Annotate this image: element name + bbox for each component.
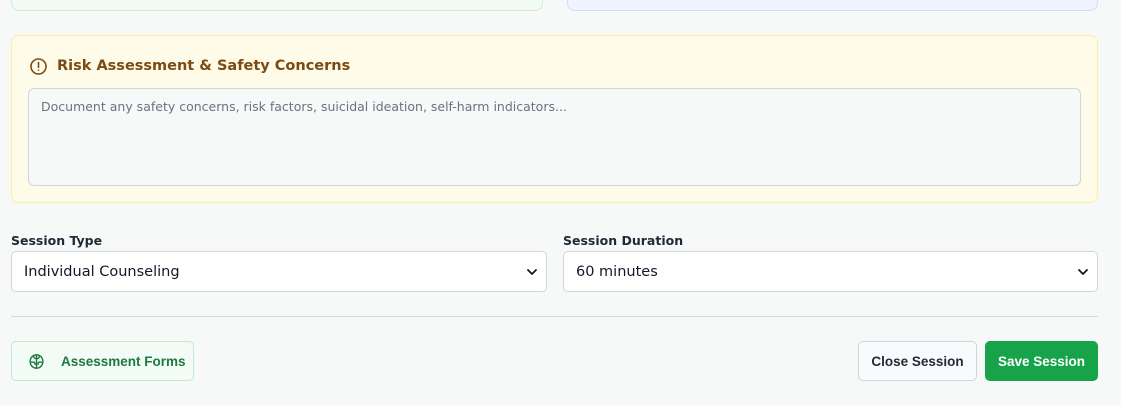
chevron-down-icon bbox=[1077, 266, 1089, 278]
assessment-forms-button[interactable]: Assessment Forms bbox=[11, 341, 194, 381]
chevron-down-icon bbox=[526, 266, 538, 278]
assessment-forms-label: Assessment Forms bbox=[61, 353, 186, 369]
session-duration-label: Session Duration bbox=[563, 233, 684, 248]
session-duration-select[interactable]: 60 minutes bbox=[563, 251, 1098, 292]
risk-assessment-textarea[interactable] bbox=[28, 88, 1081, 186]
session-type-label: Session Type bbox=[11, 233, 103, 248]
save-session-button[interactable]: Save Session bbox=[985, 341, 1098, 381]
risk-assessment-title: Risk Assessment & Safety Concerns bbox=[57, 58, 351, 74]
alert-circle-icon bbox=[29, 57, 48, 76]
session-type-value: Individual Counseling bbox=[24, 263, 180, 280]
session-type-select[interactable]: Individual Counseling bbox=[11, 251, 547, 292]
close-session-button[interactable]: Close Session bbox=[858, 341, 977, 381]
footer-divider bbox=[11, 316, 1098, 317]
previous-section-card-blue bbox=[567, 0, 1098, 11]
brain-icon bbox=[28, 353, 45, 370]
session-duration-value: 60 minutes bbox=[576, 263, 658, 280]
risk-assessment-header: Risk Assessment & Safety Concerns bbox=[29, 55, 350, 77]
previous-section-card-green bbox=[11, 0, 543, 11]
risk-assessment-card: Risk Assessment & Safety Concerns bbox=[11, 35, 1098, 203]
